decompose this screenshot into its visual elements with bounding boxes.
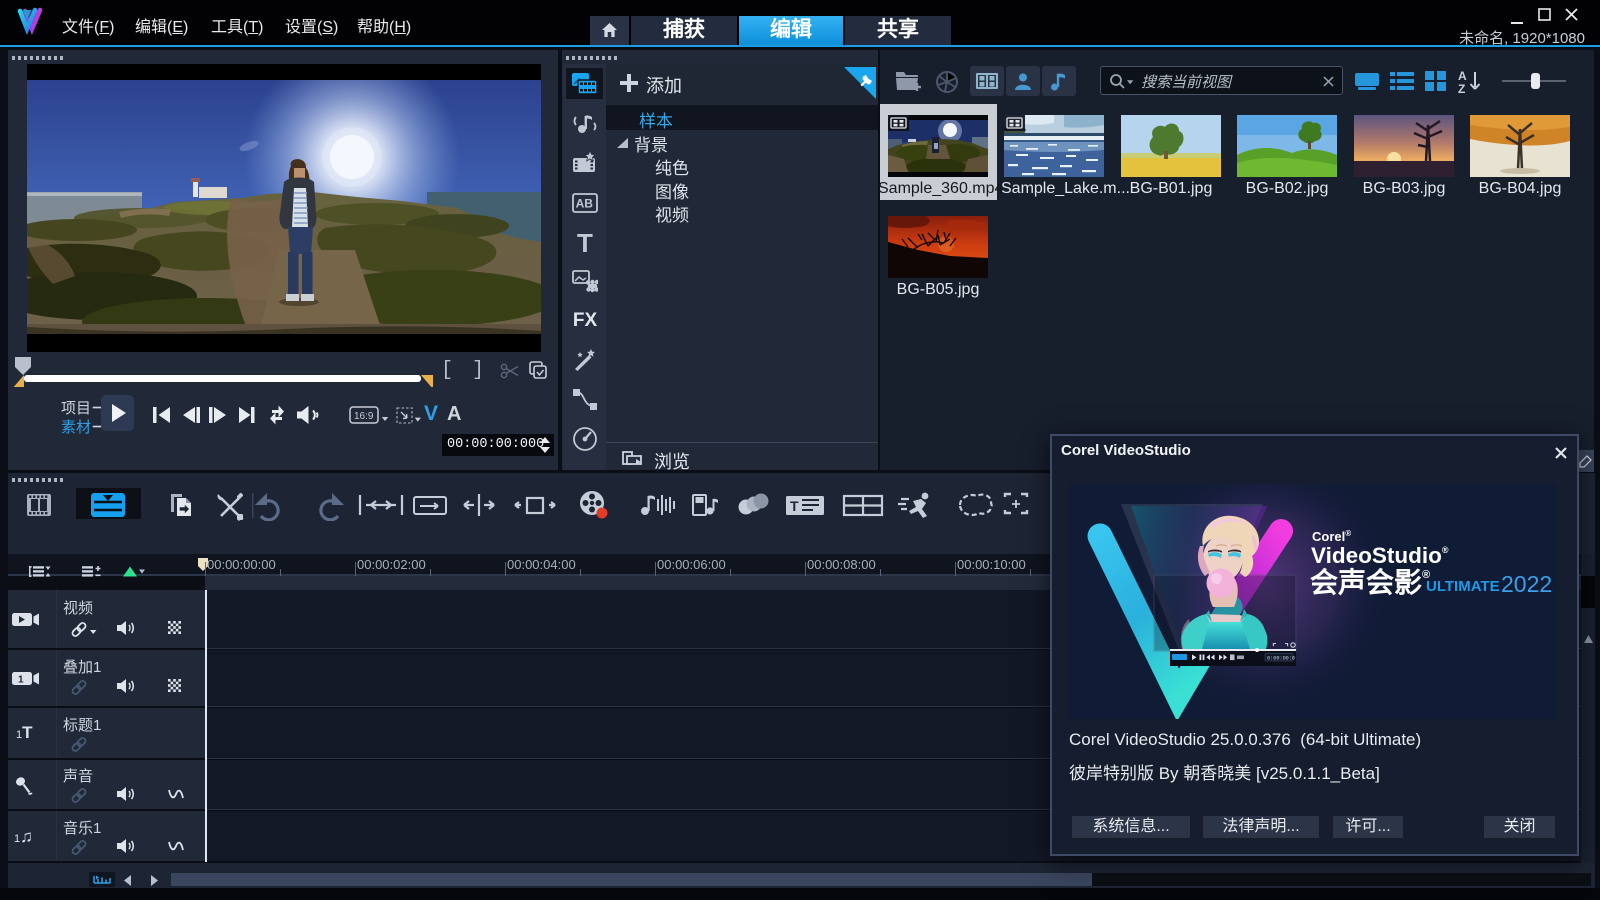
svg-text:1: 1	[18, 675, 24, 686]
svg-text:AB: AB	[576, 197, 594, 211]
svg-text:ULTIMATE: ULTIMATE	[1426, 578, 1500, 595]
svg-text:T: T	[790, 498, 799, 514]
svg-text:0:00:00:0: 0:00:00:0	[1267, 656, 1295, 662]
svg-text:会声会影®: 会声会影®	[1310, 567, 1430, 598]
svg-text:16:9: 16:9	[354, 411, 374, 422]
svg-text:VideoStudio®: VideoStudio®	[1311, 543, 1449, 568]
svg-text:A: A	[1458, 69, 1467, 83]
svg-text:Z: Z	[1458, 82, 1465, 94]
svg-text:2022: 2022	[1501, 571, 1552, 597]
